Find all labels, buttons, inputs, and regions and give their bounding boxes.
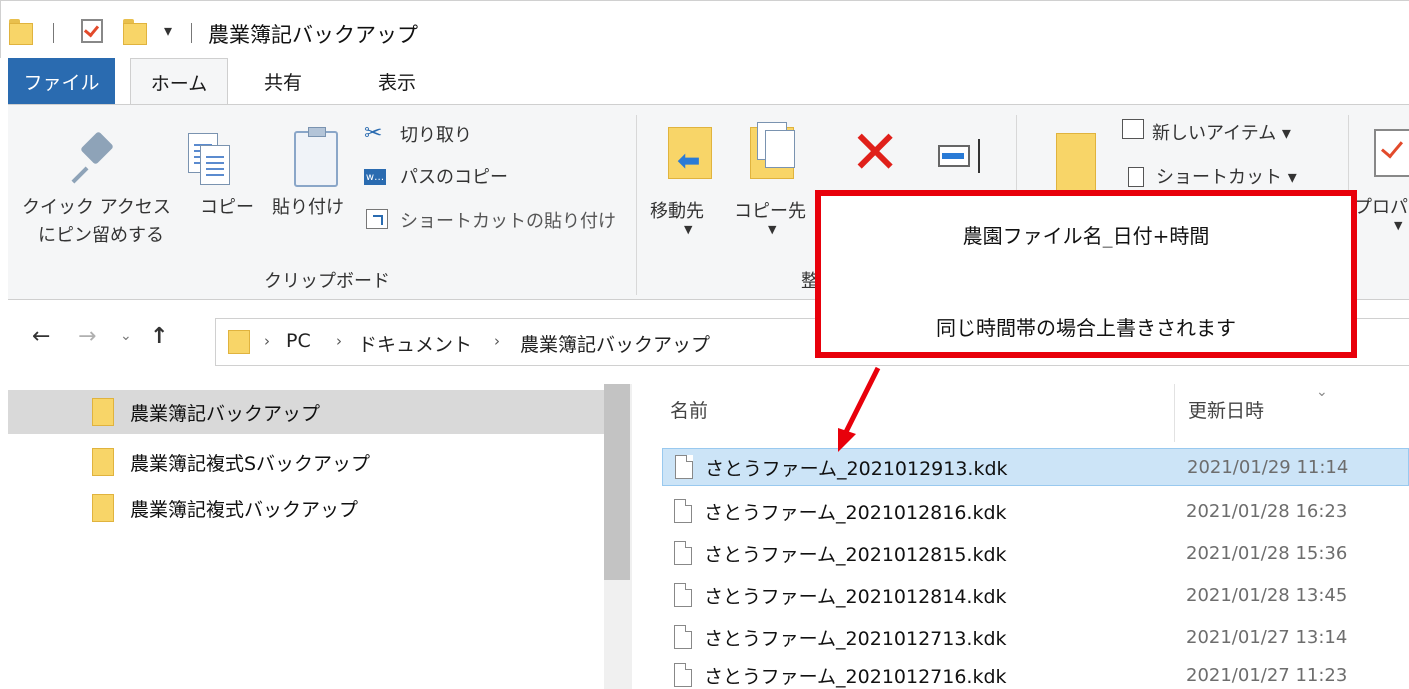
callout-line-1: 農園ファイル名_日付+時間 [962, 224, 1210, 248]
file-row[interactable]: さとうファーム_2021012713.kdk 2021/01/27 13:14 [662, 618, 1409, 656]
move-to-folder-icon: ⬅ [668, 127, 712, 179]
pin-label-line1: クイック アクセス [22, 197, 171, 218]
breadcrumb-chevron-icon: › [494, 332, 500, 350]
copy-to-label: コピー先 [734, 201, 806, 222]
breadcrumb-documents[interactable]: ドキュメント [358, 330, 472, 357]
delete-x-icon[interactable]: ✕ [850, 123, 900, 183]
new-item-icon [1122, 119, 1144, 139]
paste-label: 貼り付け [272, 197, 344, 218]
group-divider [636, 115, 637, 295]
file-name: さとうファーム_2021012913.kdk [705, 457, 1008, 480]
copy-icon-front [200, 145, 230, 185]
new-folder-icon[interactable] [123, 19, 147, 45]
forward-button[interactable]: → [78, 324, 96, 349]
nav-item-folder[interactable]: 農業簿記複式Sバックアップ [8, 440, 604, 484]
copy-path-label: パスのコピー [400, 167, 508, 188]
move-to-dropdown-icon: ▼ [684, 223, 693, 236]
paste-clipboard-icon [294, 127, 338, 187]
clipboard-group-label: クリップボード [264, 271, 390, 292]
folder-icon [92, 448, 114, 476]
paste-shortcut-label: ショートカットの貼り付け [400, 211, 616, 232]
title-separator [191, 23, 192, 43]
tab-view[interactable]: 表示 [357, 58, 437, 104]
paste-shortcut-icon [366, 209, 388, 229]
properties-dropdown-icon: ▼ [1394, 219, 1403, 232]
file-name: さとうファーム_2021012815.kdk [704, 543, 1007, 566]
breadcrumb-current-folder[interactable]: 農業簿記バックアップ [520, 330, 710, 357]
file-icon [675, 455, 693, 479]
back-button[interactable]: ← [32, 324, 50, 349]
file-row[interactable]: さとうファーム_2021012814.kdk 2021/01/28 13:45 [662, 576, 1409, 614]
file-name: さとうファーム_2021012716.kdk [704, 665, 1007, 688]
file-name: さとうファーム_2021012713.kdk [704, 627, 1007, 650]
file-name: さとうファーム_2021012816.kdk [704, 501, 1007, 524]
column-separator[interactable] [1174, 384, 1175, 442]
file-icon [674, 499, 692, 523]
nav-item-label: 農業簿記複式バックアップ [130, 498, 359, 521]
new-folder-button-icon[interactable] [1056, 133, 1096, 191]
nav-item-label: 農業簿記複式Sバックアップ [130, 452, 371, 475]
file-row[interactable]: さとうファーム_2021012913.kdk 2021/01/29 11:14 [662, 448, 1409, 486]
breadcrumb-chevron-icon: › [264, 332, 270, 350]
scissors-icon: ✂ [364, 121, 383, 146]
move-to-label: 移動先 [650, 201, 704, 222]
address-folder-icon [228, 330, 250, 354]
file-row[interactable]: さとうファーム_2021012816.kdk 2021/01/28 16:23 [662, 492, 1409, 530]
tab-file[interactable]: ファイル [8, 58, 115, 104]
file-icon [674, 541, 692, 565]
file-modified: 2021/01/27 13:14 [1186, 626, 1348, 648]
folder-icon [9, 19, 33, 45]
navigation-pane: 農業簿記バックアップ 農業簿記複式Sバックアップ 農業簿記複式バックアップ [8, 384, 632, 689]
file-list: 名前 更新日時 ⌄ さとうファーム_2021012913.kdk 2021/01… [628, 384, 1409, 689]
column-header-name[interactable]: 名前 [670, 396, 708, 423]
copy-path-icon: w… [364, 169, 386, 185]
ribbon-tabs: ファイル ホーム 共有 表示 [0, 58, 1409, 105]
tab-home[interactable]: ホーム [130, 58, 228, 105]
copy-to-dropdown-icon: ▼ [768, 223, 777, 236]
up-button[interactable]: ↑ [150, 324, 168, 349]
properties-check-icon[interactable] [81, 19, 103, 43]
shortcut-icon [1128, 167, 1144, 187]
properties-label: プロパ [1354, 197, 1408, 218]
customize-quick-access-dropdown[interactable]: ▾ [164, 21, 172, 40]
column-header-modified[interactable]: 更新日時 [1188, 396, 1264, 423]
nav-item-label: 農業簿記バックアップ [130, 402, 321, 425]
scrollbar-thumb[interactable] [604, 384, 630, 580]
file-name: さとうファーム_2021012814.kdk [704, 585, 1007, 608]
file-icon [674, 583, 692, 607]
tab-share[interactable]: 共有 [243, 58, 323, 104]
file-modified: 2021/01/28 15:36 [1186, 542, 1348, 564]
file-row[interactable]: さとうファーム_2021012716.kdk 2021/01/27 11:23 [662, 656, 1409, 689]
toolbar-separator [53, 23, 54, 43]
breadcrumb-chevron-icon: › [336, 332, 342, 350]
file-modified: 2021/01/28 16:23 [1186, 500, 1348, 522]
file-modified: 2021/01/29 11:14 [1187, 456, 1349, 478]
nav-item-folder[interactable]: 農業簿記バックアップ [8, 390, 604, 434]
file-row[interactable]: さとうファーム_2021012815.kdk 2021/01/28 15:36 [662, 534, 1409, 572]
copy-to-folder-icon [750, 122, 795, 179]
file-modified: 2021/01/28 13:45 [1186, 584, 1348, 606]
pin-label-line2: にピン留めする [38, 225, 164, 246]
shortcut-label: ショートカット ▾ [1156, 167, 1297, 188]
rename-icon[interactable] [938, 139, 988, 173]
recent-locations-button[interactable]: ⌄ [120, 328, 132, 344]
new-item-label: 新しいアイテム ▾ [1152, 123, 1291, 144]
properties-icon [1374, 129, 1409, 177]
window-title: 農業簿記バックアップ [208, 23, 418, 47]
breadcrumb-pc[interactable]: PC [286, 330, 311, 352]
copy-label: コピー [200, 197, 254, 218]
nav-item-folder[interactable]: 農業簿記複式バックアップ [8, 486, 604, 530]
folder-icon [92, 398, 114, 426]
cut-label: 切り取り [400, 125, 472, 146]
callout-line-2: 同じ時間帯の場合上書きされます [936, 316, 1236, 340]
annotation-callout: 農園ファイル名_日付+時間 同じ時間帯の場合上書きされます [815, 190, 1357, 358]
sort-chevron-icon: ⌄ [1316, 384, 1328, 400]
file-icon [674, 663, 692, 687]
title-bar: ▾ 農業簿記バックアップ [0, 0, 1409, 58]
file-modified: 2021/01/27 11:23 [1186, 664, 1348, 686]
folder-icon [92, 494, 114, 522]
file-icon [674, 625, 692, 649]
pin-icon [71, 131, 114, 185]
